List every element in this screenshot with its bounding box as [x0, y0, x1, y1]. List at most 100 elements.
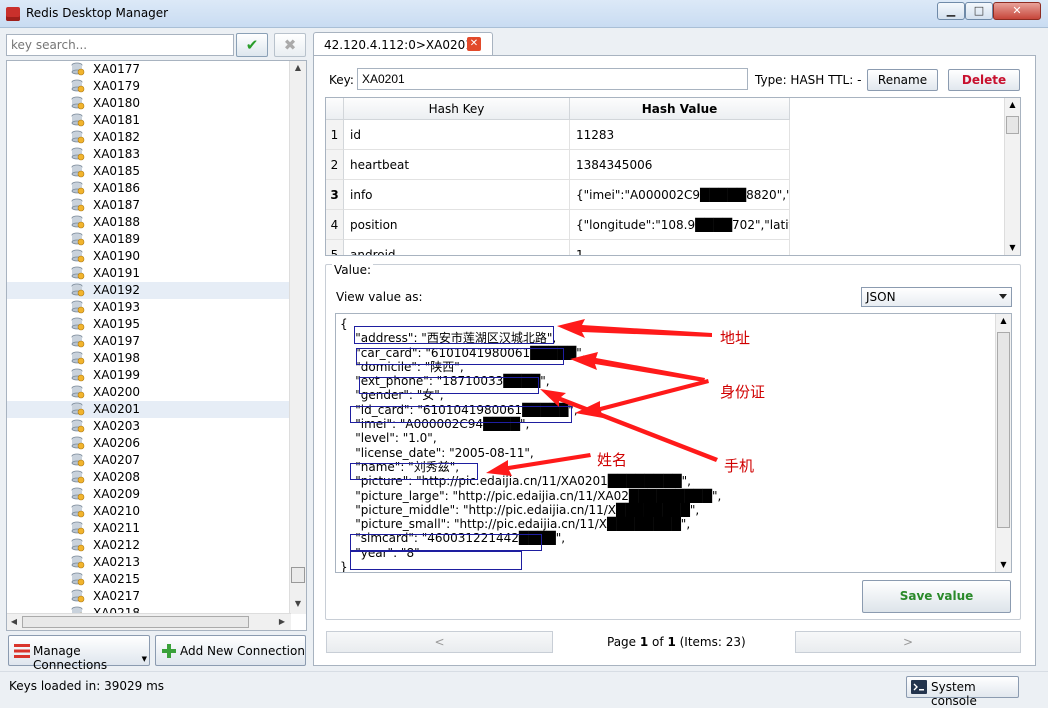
table-row-number[interactable]: 5 — [326, 240, 344, 255]
tree-key-item[interactable]: XA0197 — [7, 333, 291, 350]
scroll-up-arrow-icon[interactable]: ▲ — [290, 61, 306, 75]
key-search-input[interactable] — [6, 34, 234, 56]
tree-key-item[interactable]: XA0207 — [7, 452, 291, 469]
table-cell-hash-value[interactable]: {"imei":"A000002C9█████8820","level":"1.… — [570, 180, 790, 210]
tab-key-xa0201[interactable]: 42.120.4.112:0>XA0201 ✕ — [313, 32, 493, 56]
tree-horizontal-scrollbar[interactable]: ◀ ▶ — [7, 613, 291, 630]
hash-table[interactable]: Hash Key Hash Value 1 id 11283 2 heartbeat 13… — [325, 97, 1021, 256]
json-vertical-scrollbar[interactable]: ▲ ▼ — [995, 314, 1011, 572]
scroll-down-arrow-icon[interactable]: ▼ — [1005, 241, 1020, 255]
tree-key-item[interactable]: XA0201 — [7, 401, 291, 418]
tree-key-item[interactable]: XA0203 — [7, 418, 291, 435]
tree-key-item[interactable]: XA0188 — [7, 214, 291, 231]
tree-key-item[interactable]: XA0192 — [7, 282, 291, 299]
search-clear-button[interactable]: ✖ — [274, 33, 306, 57]
table-cell-hash-key[interactable]: id — [344, 120, 570, 150]
tree-key-item[interactable]: XA0199 — [7, 367, 291, 384]
window-title: Redis Desktop Manager — [26, 6, 169, 20]
search-apply-button[interactable]: ✔ — [236, 33, 268, 57]
scroll-up-arrow-icon[interactable]: ▲ — [996, 314, 1011, 328]
table-vertical-scrollbar[interactable]: ▲ ▼ — [1004, 98, 1020, 255]
tree-key-item[interactable]: XA0189 — [7, 231, 291, 248]
maximize-button[interactable]: □ — [965, 2, 993, 20]
format-select[interactable]: JSON — [861, 287, 1012, 307]
table-cell-hash-value[interactable]: 1384345006 — [570, 150, 790, 180]
tree-key-item[interactable]: XA0209 — [7, 486, 291, 503]
table-cell-hash-value[interactable]: 11283 — [570, 120, 790, 150]
add-new-connection-button[interactable]: Add New Connection — [155, 635, 306, 666]
tree-key-item[interactable]: XA0198 — [7, 350, 291, 367]
tree-key-item[interactable]: XA0210 — [7, 503, 291, 520]
column-header-hash-key[interactable]: Hash Key — [344, 98, 570, 120]
tree-key-label: XA0207 — [93, 453, 140, 467]
tree-key-label: XA0187 — [93, 198, 140, 212]
save-value-button[interactable]: Save value — [862, 580, 1011, 613]
table-cell-hash-value[interactable]: 1 — [570, 240, 790, 255]
key-name-field[interactable] — [357, 68, 748, 90]
scroll-left-arrow-icon[interactable]: ◀ — [7, 614, 21, 630]
key-database-icon — [71, 164, 85, 178]
tree-key-item[interactable]: XA0211 — [7, 520, 291, 537]
tree-scroll-thumb[interactable] — [291, 567, 305, 583]
tree-key-item[interactable]: XA0177 — [7, 61, 291, 78]
key-tree[interactable]: XA0177 XA0179 XA0180 XA0181 XA0182 XA0183 XA01… — [6, 60, 307, 631]
tree-vertical-scrollbar[interactable]: ▲ ▼ — [289, 61, 306, 614]
tree-hscroll-thumb[interactable] — [22, 616, 249, 628]
close-window-button[interactable]: ✕ — [993, 2, 1041, 20]
table-row-number[interactable]: 1 — [326, 120, 344, 150]
tree-key-label: XA0192 — [93, 283, 140, 297]
tree-key-item[interactable]: XA0185 — [7, 163, 291, 180]
tree-key-label: XA0200 — [93, 385, 140, 399]
previous-page-button[interactable]: < — [326, 631, 553, 653]
json-scroll-thumb[interactable] — [997, 332, 1010, 528]
tree-key-item[interactable]: XA0190 — [7, 248, 291, 265]
tree-key-item[interactable]: XA0200 — [7, 384, 291, 401]
key-database-icon — [71, 436, 85, 450]
key-database-icon — [71, 555, 85, 569]
tree-key-item[interactable]: XA0182 — [7, 129, 291, 146]
tree-key-item[interactable]: XA0213 — [7, 554, 291, 571]
tree-key-item[interactable]: XA0186 — [7, 180, 291, 197]
page-of: of — [648, 635, 668, 649]
rename-button[interactable]: Rename — [867, 69, 938, 91]
tree-key-item[interactable]: XA0181 — [7, 112, 291, 129]
scroll-down-arrow-icon[interactable]: ▼ — [290, 597, 306, 611]
tree-key-label: XA0197 — [93, 334, 140, 348]
scroll-right-arrow-icon[interactable]: ▶ — [275, 614, 289, 630]
tree-key-item[interactable]: XA0191 — [7, 265, 291, 282]
tree-key-item[interactable]: XA0187 — [7, 197, 291, 214]
table-cell-hash-value[interactable]: {"longitude":"108.9████702","latitude":"… — [570, 210, 790, 240]
tree-key-item[interactable]: XA0206 — [7, 435, 291, 452]
table-cell-hash-key[interactable]: info — [344, 180, 570, 210]
tree-key-item[interactable]: XA0179 — [7, 78, 291, 95]
tree-key-item[interactable]: XA0215 — [7, 571, 291, 588]
table-row-number[interactable]: 4 — [326, 210, 344, 240]
table-cell-hash-key[interactable]: android — [344, 240, 570, 255]
delete-button[interactable]: Delete — [948, 69, 1020, 91]
table-cell-hash-key[interactable]: heartbeat — [344, 150, 570, 180]
tree-key-item[interactable]: XA0217 — [7, 588, 291, 605]
tab-close-icon[interactable]: ✕ — [467, 37, 481, 51]
table-row-number[interactable]: 2 — [326, 150, 344, 180]
tree-key-item[interactable]: XA0195 — [7, 316, 291, 333]
next-page-button[interactable]: > — [795, 631, 1021, 653]
table-scroll-thumb[interactable] — [1006, 116, 1019, 134]
scroll-down-arrow-icon[interactable]: ▼ — [996, 558, 1011, 572]
scroll-up-arrow-icon[interactable]: ▲ — [1005, 98, 1020, 112]
tree-key-item[interactable]: XA0212 — [7, 537, 291, 554]
key-database-icon — [71, 181, 85, 195]
json-value-editor[interactable]: { "address": "西安市莲湖区汉城北路", "car_card": "… — [335, 313, 1012, 573]
system-console-button[interactable]: System console — [906, 676, 1019, 708]
tree-key-label: XA0185 — [93, 164, 140, 178]
tree-key-item[interactable]: XA0193 — [7, 299, 291, 316]
tree-key-item[interactable]: XA0183 — [7, 146, 291, 163]
tree-key-item[interactable]: XA0180 — [7, 95, 291, 112]
table-cell-hash-key[interactable]: position — [344, 210, 570, 240]
tree-key-label: XA0217 — [93, 589, 140, 603]
minimize-button[interactable]: ▁ — [937, 2, 965, 20]
view-as-label: View value as: — [336, 290, 423, 304]
manage-connections-button[interactable]: Manage Connections ▼ — [8, 635, 150, 672]
column-header-hash-value[interactable]: Hash Value — [570, 98, 790, 120]
table-row-number[interactable]: 3 — [326, 180, 344, 210]
tree-key-item[interactable]: XA0208 — [7, 469, 291, 486]
